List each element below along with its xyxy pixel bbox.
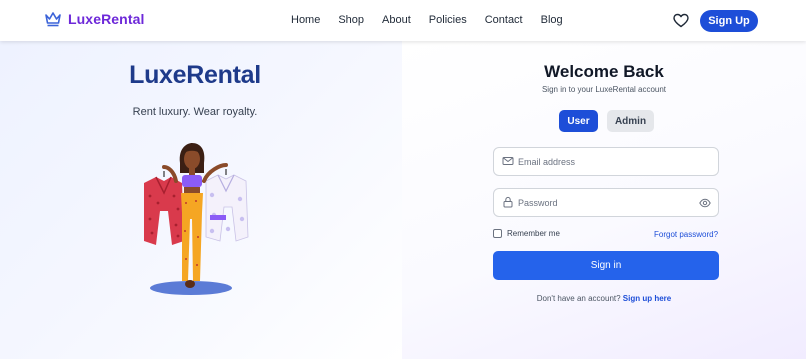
login-subtitle: Sign in to your LuxeRental account — [541, 85, 667, 94]
email-field-wrapper — [493, 147, 719, 176]
nav-links: Home Shop About Policies Contact Blog — [291, 14, 581, 26]
heart-icon[interactable] — [673, 13, 689, 28]
email-input[interactable] — [518, 155, 698, 169]
crown-icon — [45, 12, 61, 27]
role-tab-user[interactable]: User — [559, 110, 598, 132]
brand-link[interactable]: LuxeRental — [44, 11, 144, 27]
role-tab-admin[interactable]: Admin — [607, 110, 654, 132]
nav-link-blog[interactable]: Blog — [541, 14, 563, 26]
remember-label: Remember me — [507, 229, 560, 238]
hero-panel: LuxeRental Rent luxury. Wear royalty. — [0, 41, 402, 359]
no-account-text: Don't have an account? — [536, 294, 621, 303]
signup-link[interactable]: Sign up here — [623, 294, 671, 303]
nav-link-contact[interactable]: Contact — [485, 14, 523, 26]
no-account-row: Don't have an account? Sign up here — [402, 294, 806, 303]
mail-icon — [502, 157, 514, 165]
nav-link-home[interactable]: Home — [291, 14, 320, 26]
forgot-password-link[interactable]: Forgot password? — [654, 230, 718, 239]
password-field-wrapper — [493, 188, 719, 217]
password-input[interactable] — [518, 196, 698, 210]
login-title: Welcome Back — [544, 62, 664, 81]
nav-link-shop[interactable]: Shop — [338, 14, 364, 26]
login-panel: Welcome Back Sign in to your LuxeRental … — [402, 41, 806, 359]
remember-me[interactable]: Remember me — [493, 229, 560, 238]
lock-icon — [503, 196, 513, 208]
hero-tagline: Rent luxury. Wear royalty. — [132, 106, 258, 118]
eye-icon[interactable] — [699, 197, 711, 209]
remember-checkbox[interactable] — [493, 229, 502, 238]
nav-link-about[interactable]: About — [382, 14, 411, 26]
signup-button[interactable]: Sign Up — [700, 10, 758, 32]
brand-name: LuxeRental — [68, 11, 145, 27]
hero-title: LuxeRental — [129, 61, 261, 89]
nav-link-policies[interactable]: Policies — [429, 14, 467, 26]
signin-button[interactable]: Sign in — [493, 251, 719, 280]
fashion-illustration — [144, 143, 249, 295]
navbar: LuxeRental Home Shop About Policies Cont… — [0, 0, 806, 41]
